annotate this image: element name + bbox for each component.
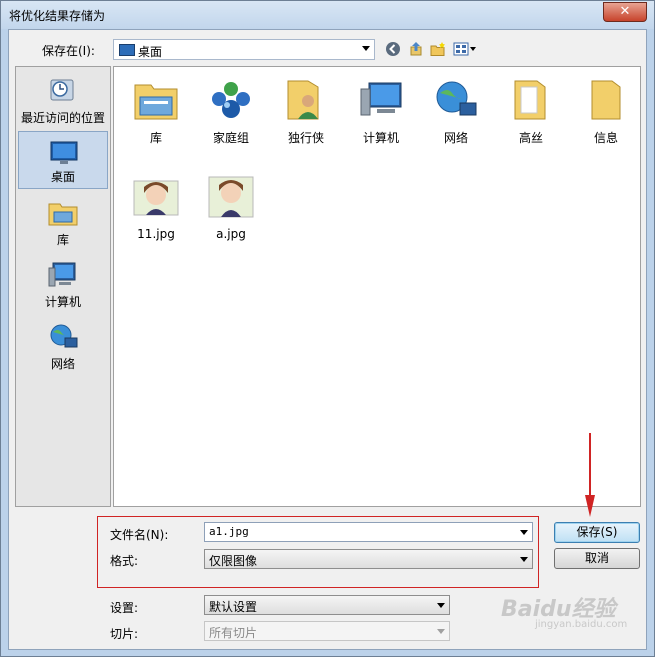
file-item[interactable]: a.jpg xyxy=(197,171,265,249)
close-icon: ✕ xyxy=(619,4,631,19)
file-item[interactable]: 家庭组 xyxy=(197,73,265,151)
file-label: 高丝 xyxy=(518,131,543,145)
chevron-down-icon[interactable] xyxy=(520,530,528,535)
place-label: 计算机 xyxy=(44,295,81,309)
file-item[interactable]: 库 xyxy=(122,73,190,151)
place-network[interactable]: 网络 xyxy=(18,317,108,375)
place-label: 库 xyxy=(56,233,69,247)
filename-field[interactable]: a1.jpg xyxy=(204,522,533,542)
settings-value: 默认设置 xyxy=(209,600,258,614)
network-icon xyxy=(50,324,78,348)
library-icon xyxy=(134,84,178,120)
format-value: 仅限图像 xyxy=(209,554,258,568)
file-item[interactable]: 高丝 xyxy=(497,73,565,151)
file-label: 库 xyxy=(149,131,162,145)
file-list-view[interactable]: 库 家庭组 独行侠 计算机 网络 高丝 信息 11.jpg a.jpg xyxy=(113,66,641,507)
place-label: 桌面 xyxy=(50,170,75,184)
place-label: 最近访问的位置 xyxy=(20,111,105,125)
settings-label: 设置: xyxy=(110,601,139,615)
place-recent[interactable]: 最近访问的位置 xyxy=(18,71,108,129)
place-desktop[interactable]: 桌面 xyxy=(18,131,108,189)
file-item[interactable]: 网络 xyxy=(422,73,490,151)
filename-value: a1.jpg xyxy=(209,525,249,538)
slices-dropdown: 所有切片 xyxy=(204,621,450,641)
image-thumbnail-icon xyxy=(208,176,254,218)
annotation-arrow-icon xyxy=(585,433,595,517)
format-label: 格式: xyxy=(110,554,139,568)
watermark: Baidu经验 jingyan.baidu.com xyxy=(501,591,641,635)
file-label: 信息 xyxy=(593,131,618,145)
watermark-url: jingyan.baidu.com xyxy=(535,619,628,630)
chevron-down-icon xyxy=(437,629,445,634)
file-item[interactable]: 信息 xyxy=(572,73,640,151)
recent-places-icon xyxy=(50,79,74,101)
save-dialog: 将优化结果存储为 ✕ 保存在(I): 桌面 最近访问的位置 桌面 库 计算机 网… xyxy=(0,0,655,657)
save-in-label: 保存在(I): xyxy=(42,44,95,58)
view-menu-icon[interactable] xyxy=(453,41,477,57)
folder-icon xyxy=(591,80,621,120)
file-label: 独行侠 xyxy=(287,131,324,145)
save-button[interactable]: 保存(S) xyxy=(554,522,640,543)
file-label: 11.jpg xyxy=(137,227,175,241)
computer-icon xyxy=(360,82,402,116)
new-folder-icon[interactable] xyxy=(430,41,446,57)
format-dropdown[interactable]: 仅限图像 xyxy=(204,549,533,569)
place-computer[interactable]: 计算机 xyxy=(18,255,108,313)
places-bar: 最近访问的位置 桌面 库 计算机 网络 xyxy=(15,66,111,507)
save-in-dropdown[interactable]: 桌面 xyxy=(113,39,375,60)
file-label: 计算机 xyxy=(362,131,399,145)
user-folder-icon xyxy=(287,80,319,120)
image-thumbnail-icon xyxy=(133,180,179,216)
desktop-icon xyxy=(50,141,78,164)
network-icon xyxy=(436,81,477,116)
file-item[interactable]: 独行侠 xyxy=(272,73,340,151)
place-label: 网络 xyxy=(50,357,75,371)
window-title: 将优化结果存储为 xyxy=(9,9,106,23)
computer-icon xyxy=(48,262,76,287)
file-label: 网络 xyxy=(443,131,468,145)
library-icon xyxy=(48,203,78,226)
up-folder-icon[interactable] xyxy=(408,41,424,57)
file-item[interactable]: 计算机 xyxy=(347,73,415,151)
file-label: 家庭组 xyxy=(212,131,249,145)
file-item[interactable]: 11.jpg xyxy=(122,171,190,249)
close-button[interactable]: ✕ xyxy=(603,2,647,22)
save-in-value: 桌面 xyxy=(138,45,163,59)
slices-value: 所有切片 xyxy=(209,626,258,640)
cancel-button[interactable]: 取消 xyxy=(554,548,640,569)
slices-label: 切片: xyxy=(110,627,139,641)
place-library[interactable]: 库 xyxy=(18,193,108,251)
back-icon[interactable] xyxy=(385,41,401,57)
title-bar[interactable]: 将优化结果存储为 ✕ xyxy=(1,1,654,29)
desktop-icon xyxy=(119,44,135,56)
filename-label: 文件名(N): xyxy=(110,528,169,542)
chevron-down-icon xyxy=(520,557,528,562)
homegroup-icon xyxy=(212,82,250,118)
chevron-down-icon xyxy=(362,46,370,51)
dialog-client: 保存在(I): 桌面 最近访问的位置 桌面 库 计算机 网络 库 家庭组 独行侠… xyxy=(8,29,647,650)
chevron-down-icon xyxy=(437,603,445,608)
settings-dropdown[interactable]: 默认设置 xyxy=(204,595,450,615)
folder-icon xyxy=(514,80,546,120)
file-label: a.jpg xyxy=(216,227,246,241)
